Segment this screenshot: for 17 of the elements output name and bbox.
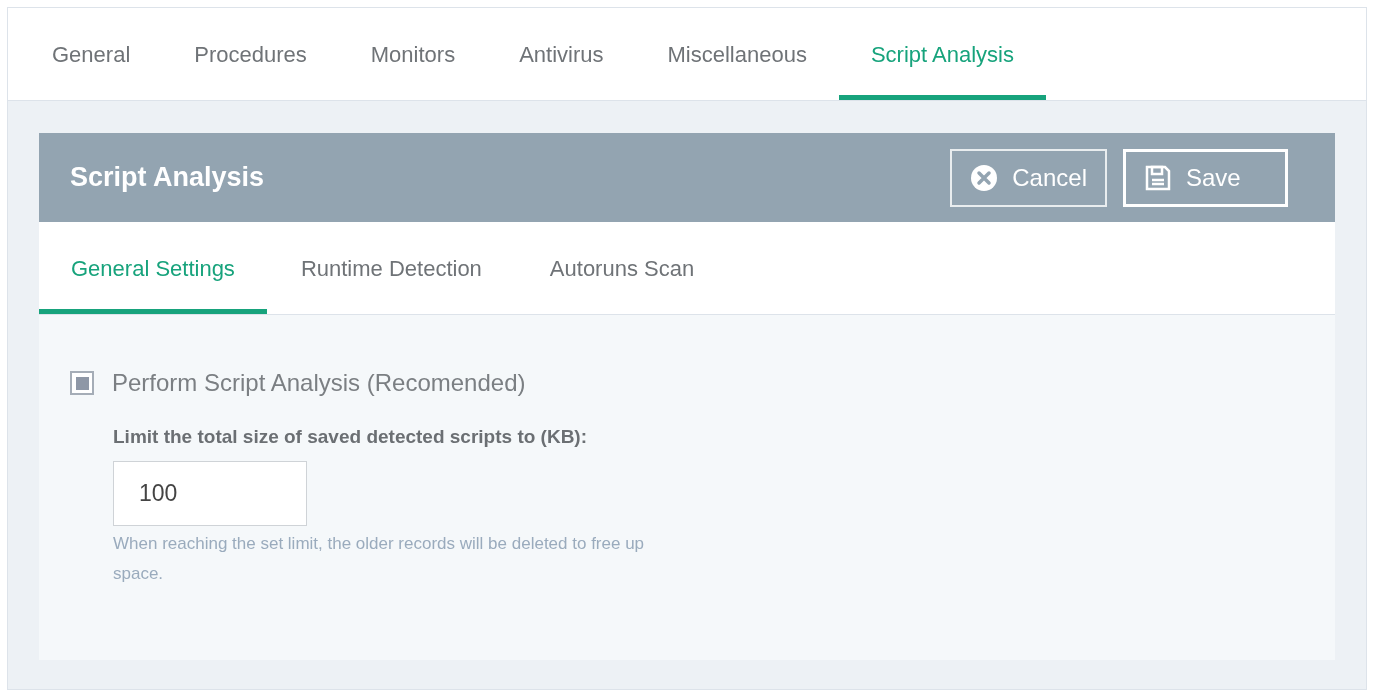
close-icon: [970, 163, 999, 192]
limit-input-field[interactable]: 100: [113, 460, 307, 526]
checkbox-label: Perform Script Analysis (Recomended): [112, 368, 526, 398]
tab[interactable]: Runtime Detection: [266, 222, 516, 314]
tab[interactable]: Antivirus: [487, 8, 636, 100]
panel-title: Script Analysis: [70, 161, 265, 195]
help-text: When reaching the set limit, the older records will be deleted to free up space.: [113, 532, 646, 585]
cancel-button[interactable]: Cancel: [950, 148, 1107, 207]
tab[interactable]: Script Analysis: [838, 8, 1046, 100]
save-button[interactable]: Save: [1123, 148, 1288, 207]
tab[interactable]: Monitors: [338, 8, 488, 100]
tab[interactable]: Miscellaneous: [635, 8, 839, 100]
limit-label: Limit the total size of saved detected scripts to (KB):: [113, 425, 589, 449]
tab[interactable]: Autoruns Scan: [515, 222, 729, 314]
tab[interactable]: General: [20, 8, 163, 100]
tab[interactable]: Procedures: [162, 8, 339, 100]
checkbox[interactable]: [70, 371, 94, 395]
